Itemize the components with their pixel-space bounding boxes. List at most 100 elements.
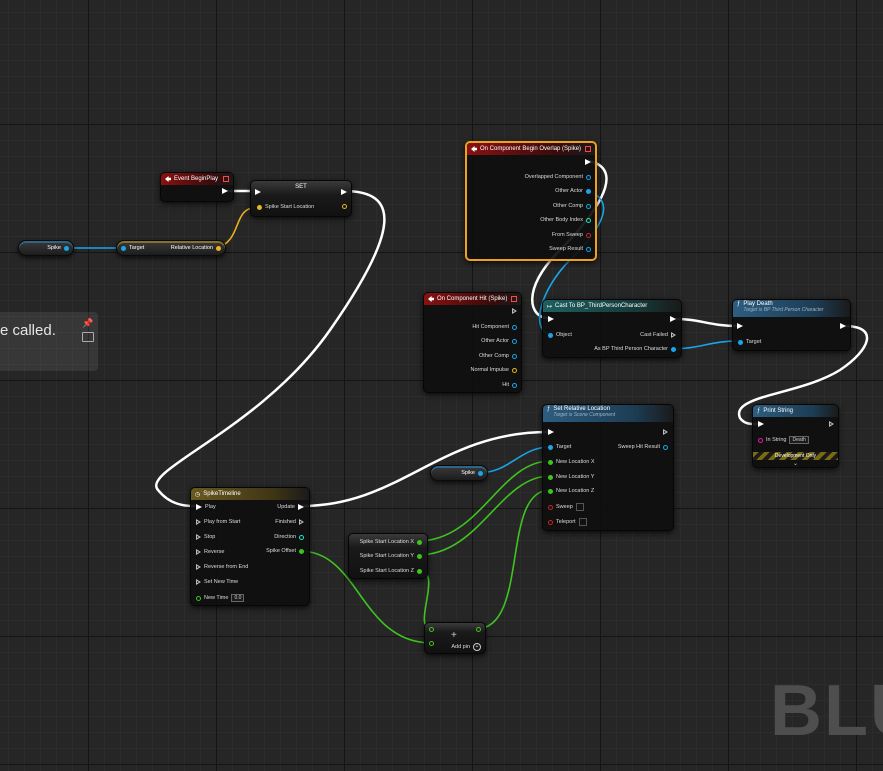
pin-icon[interactable]: 📌 [82,318,93,328]
on-component-hit-node[interactable]: On Component Hit (Spike) Hit Component O… [423,292,522,393]
exec-in-pin[interactable] [255,189,261,195]
object-out-pin[interactable] [512,338,517,344]
play-death-node[interactable]: ƒ Play Death Target is BP Third Person Ch… [732,299,851,351]
pin-label: Spike Start Location [265,204,315,210]
pin-label: Target [746,339,762,345]
object-out-pin[interactable] [586,203,591,209]
on-component-begin-overlap-node[interactable]: On Component Begin Overlap (Spike) Overl… [465,141,597,261]
exec-out-pin[interactable] [829,421,834,427]
bool-in-pin[interactable] [548,504,553,510]
set-relative-location-node[interactable]: ƒ Set Relative Location Target is Scene C… [542,404,674,531]
exec-out-pin[interactable] [299,519,304,525]
float-in-pin[interactable] [548,488,553,494]
exec-out-pin[interactable] [585,159,591,165]
object-out-pin[interactable] [64,245,69,251]
object-out-pin[interactable] [586,174,591,180]
struct-out-pin[interactable] [512,382,517,388]
exec-in-pin[interactable] [196,534,201,540]
bool-out-pin[interactable] [586,232,591,238]
node-title: On Component Begin Overlap (Spike) [480,146,582,152]
exec-out-pin[interactable] [222,188,228,194]
exec-out-pin[interactable] [341,189,347,195]
add-pin-icon[interactable]: + [473,643,481,651]
enum-out-pin[interactable] [299,534,304,540]
vector-out-pin[interactable] [342,204,347,209]
struct-out-pin[interactable] [586,246,591,252]
exec-out-pin[interactable] [512,308,517,314]
node-title: Print String [763,408,794,414]
object-in-pin[interactable] [121,245,126,251]
object-out-pin[interactable] [478,470,483,476]
float-in-pin[interactable] [548,474,553,480]
pin-label: Other Actor [481,338,509,344]
float-out-pin[interactable] [417,568,422,574]
event-beginplay-node[interactable]: Event BeginPlay [160,172,234,202]
float-out-pin[interactable] [417,553,422,559]
vector-out-pin[interactable] [512,367,517,373]
close-icon [511,296,517,302]
exec-out-pin[interactable] [840,323,846,329]
int-out-pin[interactable] [586,217,591,223]
float-in-pin[interactable] [429,627,434,632]
object-in-pin[interactable] [738,339,743,345]
pin-label: New Time [204,595,229,601]
float-in-pin[interactable] [429,641,434,646]
exec-out-pin[interactable] [663,429,668,435]
float-in-pin[interactable] [196,595,201,601]
teleport-checkbox[interactable] [578,518,587,526]
comment-bubble-icon[interactable] [82,332,94,342]
spike-timeline-node[interactable]: ◷ SpikeTimeline Play Play from Start Sto… [190,487,310,606]
exec-in-pin[interactable] [196,549,201,555]
node-header: ƒ Set Relative Location Target is Scene C… [543,405,673,422]
pin-label: From Sweep [551,232,583,238]
object-out-pin[interactable] [512,353,517,359]
exec-out-pin[interactable] [670,316,676,322]
pin-label: Overlapped Component [524,174,583,180]
exec-in-pin[interactable] [737,323,743,329]
pin-label: Direction [274,534,296,540]
node-header: ◷ SpikeTimeline [191,488,309,500]
exec-out-pin[interactable] [671,332,676,338]
new-time-field[interactable]: 0.0 [231,594,245,602]
comment-box[interactable]: e called. 📌 [0,312,98,371]
string-in-pin[interactable] [758,437,763,443]
float-out-pin[interactable] [417,539,422,545]
exec-in-pin[interactable] [548,316,554,322]
spike-variable-node[interactable]: Spike [18,240,74,256]
get-relative-location-node[interactable]: Target Relative Location [116,240,226,256]
pin-label: Spike Start Location Z [359,568,414,574]
object-out-pin[interactable] [512,324,517,330]
float-out-pin[interactable] [476,627,481,632]
object-out-pin[interactable] [586,188,591,194]
exec-in-pin[interactable] [196,519,201,525]
float-out-pin[interactable] [299,548,304,554]
object-in-pin[interactable] [548,332,553,338]
vector-in-pin[interactable] [257,204,262,210]
exec-in-pin[interactable] [196,564,201,570]
sweep-checkbox[interactable] [575,503,584,511]
exec-in-pin[interactable] [196,504,202,510]
cast-to-node[interactable]: ↦ Cast To BP_ThirdPersonCharacter Object… [542,299,682,358]
struct-out-pin[interactable] [663,444,668,450]
float-in-pin[interactable] [548,459,553,465]
node-header: ↦ Cast To BP_ThirdPersonCharacter [543,300,681,312]
vector-out-pin[interactable] [216,245,221,251]
pin-label: Normal Impulse [470,367,509,373]
add-node[interactable]: + Add pin + [424,622,486,654]
in-string-field[interactable]: Death [789,436,809,444]
exec-in-pin[interactable] [758,421,764,427]
exec-in-pin[interactable] [196,579,201,585]
exec-out-pin[interactable] [298,504,304,510]
pin-label: Relative Location [170,245,213,251]
exec-in-pin[interactable] [548,429,554,435]
object-out-pin[interactable] [671,346,676,352]
object-in-pin[interactable] [548,444,553,450]
expand-chevron-icon[interactable]: ⌄ [753,460,838,467]
set-variable-node[interactable]: SET Spike Start Location [250,180,352,217]
break-vector-node[interactable]: Spike Start Location X Spike Start Locat… [348,533,428,579]
bool-in-pin[interactable] [548,519,553,525]
node-title: Cast To BP_ThirdPersonCharacter [555,303,648,309]
print-string-node[interactable]: ƒ Print String In String Death Developmen… [752,404,839,468]
add-pin-label[interactable]: Add pin [451,644,470,650]
spike-variable-node[interactable]: Spike [430,465,488,481]
